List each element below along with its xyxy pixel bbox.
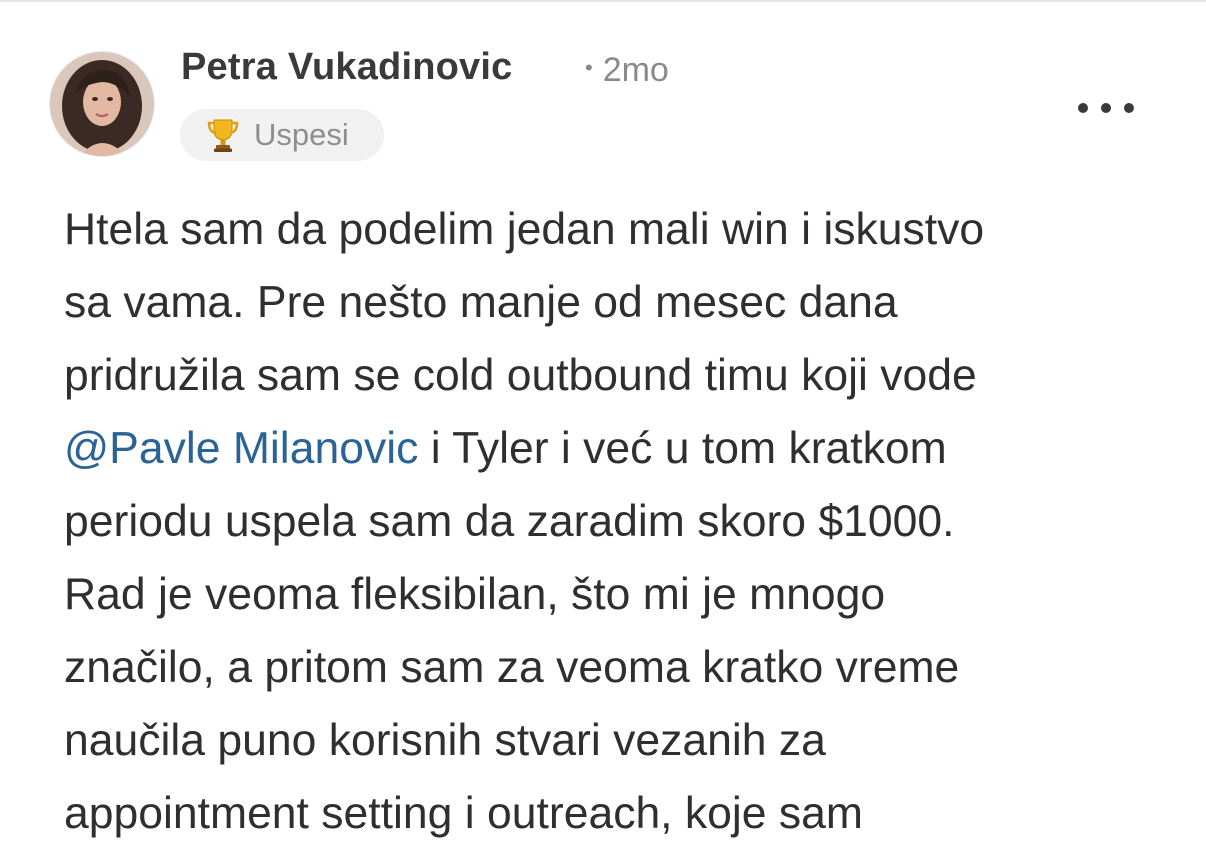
author-name[interactable]: Petra Vukadinovic	[181, 46, 512, 89]
post-body-text: i Tyler i već u tom kratkom	[418, 424, 947, 473]
post-timestamp: 2mo	[602, 51, 669, 89]
post-body-line: Htela sam da podelim jedan mali win i is…	[64, 205, 985, 254]
post-body: Htela sam da podelim jedan mali win i is…	[64, 193, 1164, 850]
post-body-line: periodu uspela sam da zaradim skoro $100…	[64, 497, 955, 546]
category-label: Uspesi	[254, 117, 349, 152]
post-body-line: sa vama. Pre nešto manje od mesec dana	[64, 278, 898, 327]
post-body-line: appointment setting i outreach, koje sam	[64, 789, 863, 838]
post-body-line: naučila puno korisnih stvari vezanih za	[64, 716, 826, 765]
post-body-line: pridružila sam se cold outbound timu koj…	[64, 351, 977, 400]
post-body-line: @Pavle Milanovic i Tyler i već u tom kra…	[64, 412, 1164, 485]
more-options-button[interactable]	[1078, 88, 1134, 128]
user-mention-link[interactable]: @Pavle Milanovic	[64, 424, 418, 473]
post-card: Petra Vukadinovic • 2mo Uspesi Htela sam …	[0, 0, 1206, 862]
post-body-line: Rad je veoma fleksibilan, što mi je mnog…	[64, 570, 886, 619]
avatar-image	[50, 52, 154, 156]
more-dot-icon	[1078, 103, 1088, 113]
more-dot-icon	[1124, 103, 1134, 113]
post-meta: • 2mo	[585, 51, 669, 90]
avatar[interactable]	[50, 52, 154, 156]
separator-dot: •	[585, 55, 593, 80]
post-body-line: značilo, a pritom sam za veoma kratko vr…	[64, 643, 960, 692]
trophy-icon	[207, 119, 239, 152]
category-badge[interactable]: Uspesi	[180, 109, 384, 161]
more-dot-icon	[1101, 103, 1111, 113]
